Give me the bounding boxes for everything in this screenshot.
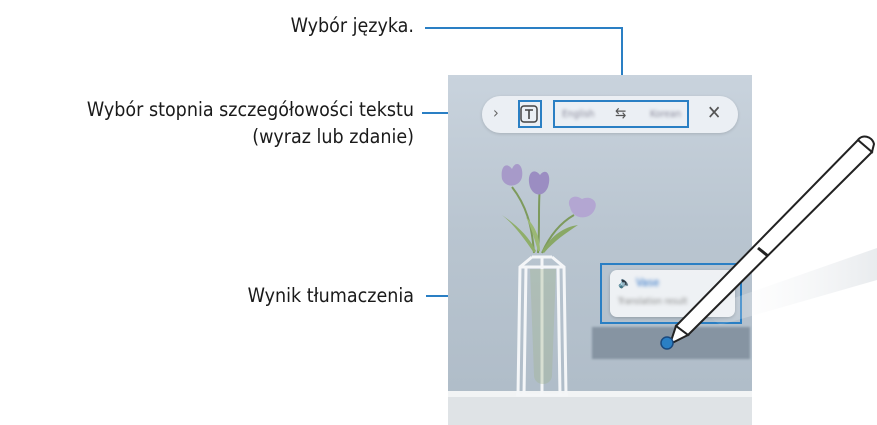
s-pen-stylus: [660, 135, 877, 350]
callout-line-language-h: [425, 27, 623, 29]
callout-translation-result: Wynik tłumaczenia: [247, 284, 414, 307]
callout-granularity-line1: Wybór stopnia szczegółowości tekstu: [86, 98, 414, 121]
granularity-highlight-frame: [518, 100, 542, 128]
callout-language-selection: Wybór języka.: [290, 14, 414, 37]
chevron-right-icon[interactable]: ›: [493, 103, 499, 122]
close-icon[interactable]: ✕: [707, 102, 721, 124]
callout-granularity-line2: (wyraz lub zdanie): [252, 125, 414, 148]
language-highlight-frame: [553, 100, 689, 128]
